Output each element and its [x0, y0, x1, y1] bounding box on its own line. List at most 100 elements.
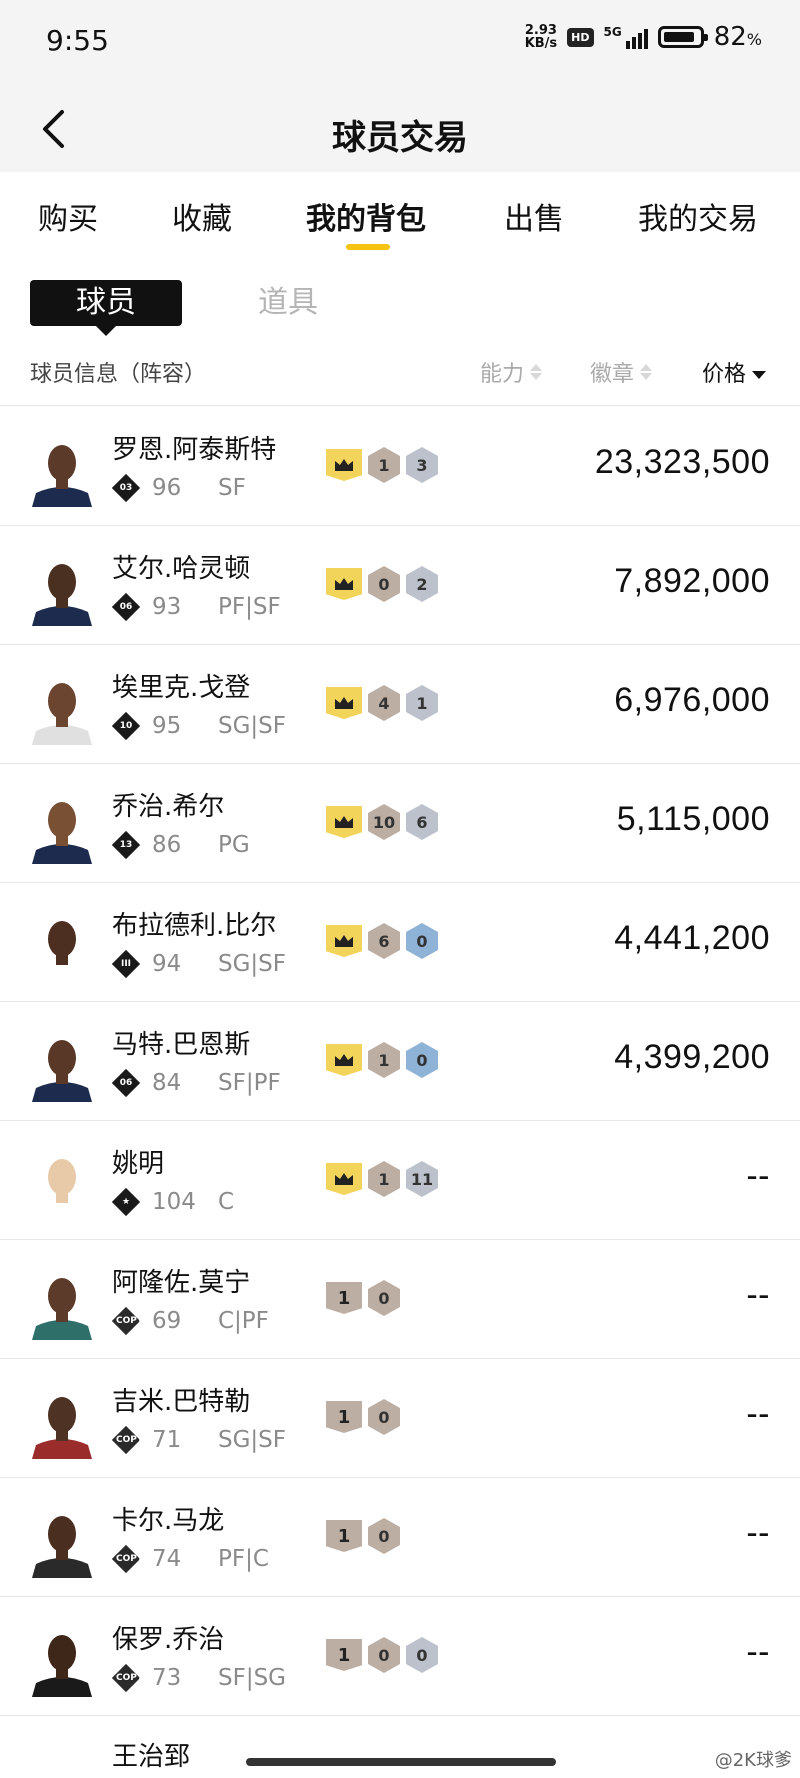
player-price: --	[746, 1395, 770, 1433]
list-item[interactable]: 吉米.巴特勒 COPY 71 SG|SF 10 --	[0, 1359, 800, 1478]
bronze-badge-icon: 0	[368, 1280, 400, 1316]
segment-items[interactable]: 道具	[258, 280, 318, 326]
player-position: SG|SF	[218, 713, 287, 739]
player-position: SF	[218, 475, 246, 501]
crown-badge-icon	[326, 1044, 362, 1076]
badge-group: 10	[326, 1042, 438, 1078]
network-speed-unit: KB/s	[524, 36, 558, 51]
watermark: @2K球爹	[714, 1750, 792, 1771]
status-time: 9:55	[46, 24, 109, 57]
player-position: C	[218, 1189, 235, 1215]
tab-sell[interactable]: 出售	[504, 194, 564, 238]
player-position: SF|PF	[218, 1070, 281, 1096]
player-position: C|PF	[218, 1308, 269, 1334]
tab-favorites[interactable]: 收藏	[172, 194, 232, 238]
list-item[interactable]: 艾尔.哈灵顿 06 93 PF|SF 02 7,892,000	[0, 526, 800, 645]
player-meta: 06 84 SF|PF	[111, 1068, 281, 1098]
player-overall: 71	[152, 1427, 182, 1453]
player-overall: 95	[152, 713, 182, 739]
list-item[interactable]: 布拉德利.比尔 III 94 SG|SF 60 4,441,200	[0, 883, 800, 1002]
badge-group: 10	[326, 1518, 400, 1554]
player-name: 埃里克.戈登	[112, 673, 251, 703]
tier-label: 06	[119, 1078, 133, 1088]
player-meta: 06 93 PF|SF	[111, 592, 281, 622]
segment-players[interactable]: 球员	[30, 280, 182, 336]
sort-arrows-icon	[530, 364, 543, 380]
tier-icon: COPY	[111, 1425, 143, 1455]
network-type: 5G	[603, 25, 622, 39]
bronze-badge-icon: 6	[368, 923, 400, 959]
player-name: 吉米.巴特勒	[112, 1387, 251, 1417]
sort-ability[interactable]: 能力	[480, 356, 543, 388]
tier-label: COPY	[116, 1673, 144, 1683]
player-meta: 10 95 SG|SF	[111, 711, 287, 741]
list-item[interactable]: 卡尔.马龙 COPY 74 PF|C 10 --	[0, 1478, 800, 1597]
badge-group: 100	[326, 1637, 438, 1673]
badge-group: 02	[326, 566, 438, 602]
player-meta: COPY 69 C|PF	[111, 1306, 269, 1336]
level-shield-icon: 1	[326, 1520, 362, 1552]
player-avatar	[30, 1143, 94, 1221]
list-item[interactable]: 保罗.乔治 COPY 73 SF|SG 100 --	[0, 1597, 800, 1716]
battery-level: 82%	[713, 22, 762, 52]
player-overall: 93	[152, 594, 182, 620]
player-avatar	[30, 1262, 94, 1340]
player-price: 5,115,000	[616, 800, 770, 838]
list-item[interactable]: 姚明 ★ 104 C 1 11 --	[0, 1121, 800, 1240]
player-name: 乔治.希尔	[112, 792, 225, 822]
player-meta: COPY 71 SG|SF	[111, 1425, 287, 1455]
tier-icon: 03	[111, 473, 141, 503]
tab-my-backpack[interactable]: 我的背包	[306, 194, 426, 238]
player-price: --	[746, 1276, 770, 1314]
tab-my-trades[interactable]: 我的交易	[638, 194, 758, 238]
badge-group: 10 6	[326, 804, 438, 840]
sort-price[interactable]: 价格	[702, 356, 767, 388]
player-avatar	[30, 548, 94, 626]
player-overall: 69	[152, 1308, 182, 1334]
status-bar: 9:55 2.93 KB/s HD 5G 82%	[0, 0, 800, 88]
player-name: 艾尔.哈灵顿	[112, 554, 251, 584]
player-name: 姚明	[112, 1149, 165, 1179]
player-price: --	[746, 1157, 770, 1195]
player-avatar	[30, 905, 94, 983]
badge-group: 13	[326, 447, 438, 483]
player-position: SG|SF	[218, 951, 287, 977]
bronze-badge-icon: 0	[368, 1518, 400, 1554]
badge-group: 10	[326, 1280, 400, 1316]
active-tab-indicator	[346, 244, 390, 250]
battery-icon	[657, 26, 708, 48]
crown-badge-icon	[326, 687, 362, 719]
level-shield-icon: 1	[326, 1282, 362, 1314]
tier-label: 13	[119, 840, 133, 850]
player-price: 4,441,200	[614, 919, 770, 957]
player-position: SG|SF	[218, 1427, 287, 1453]
crown-badge-icon	[326, 925, 362, 957]
list-item[interactable]: 阿隆佐.莫宁 COPY 69 C|PF 10 --	[0, 1240, 800, 1359]
player-name: 阿隆佐.莫宁	[112, 1268, 251, 1298]
list-item[interactable]: 乔治.希尔 13 86 PG 10 6 5,115,000	[0, 764, 800, 883]
bronze-badge-icon: 0	[368, 566, 400, 602]
player-avatar	[30, 1381, 94, 1459]
home-indicator[interactable]	[246, 1758, 556, 1766]
list-item-partial[interactable]: 王治郅	[0, 1718, 800, 1778]
player-overall: 84	[152, 1070, 182, 1096]
tab-buy[interactable]: 购买	[38, 194, 98, 238]
list-item[interactable]: 马特.巴恩斯 06 84 SF|PF 10 4,399,200	[0, 1002, 800, 1121]
tier-icon: 10	[111, 711, 141, 741]
tier-label: ★	[121, 1197, 131, 1207]
silver-badge-icon: 0	[406, 1637, 438, 1673]
bronze-badge-icon: 1	[368, 1161, 400, 1197]
player-overall: 73	[152, 1665, 182, 1691]
level-shield-icon: 1	[326, 1401, 362, 1433]
list-item[interactable]: 埃里克.戈登 10 95 SG|SF 41 6,976,000	[0, 645, 800, 764]
player-avatar	[30, 667, 94, 745]
tier-label: COPY	[116, 1554, 144, 1564]
list-item[interactable]: 罗恩.阿泰斯特 03 96 SF 13 23,323,500	[0, 407, 800, 526]
tier-icon: 06	[111, 592, 141, 622]
bronze-badge-icon: 4	[368, 685, 400, 721]
tier-icon: 13	[111, 830, 141, 860]
player-avatar	[30, 786, 94, 864]
badge-group: 1 11	[326, 1161, 438, 1197]
sort-badges[interactable]: 徽章	[590, 356, 653, 388]
hd-icon: HD	[567, 27, 594, 47]
